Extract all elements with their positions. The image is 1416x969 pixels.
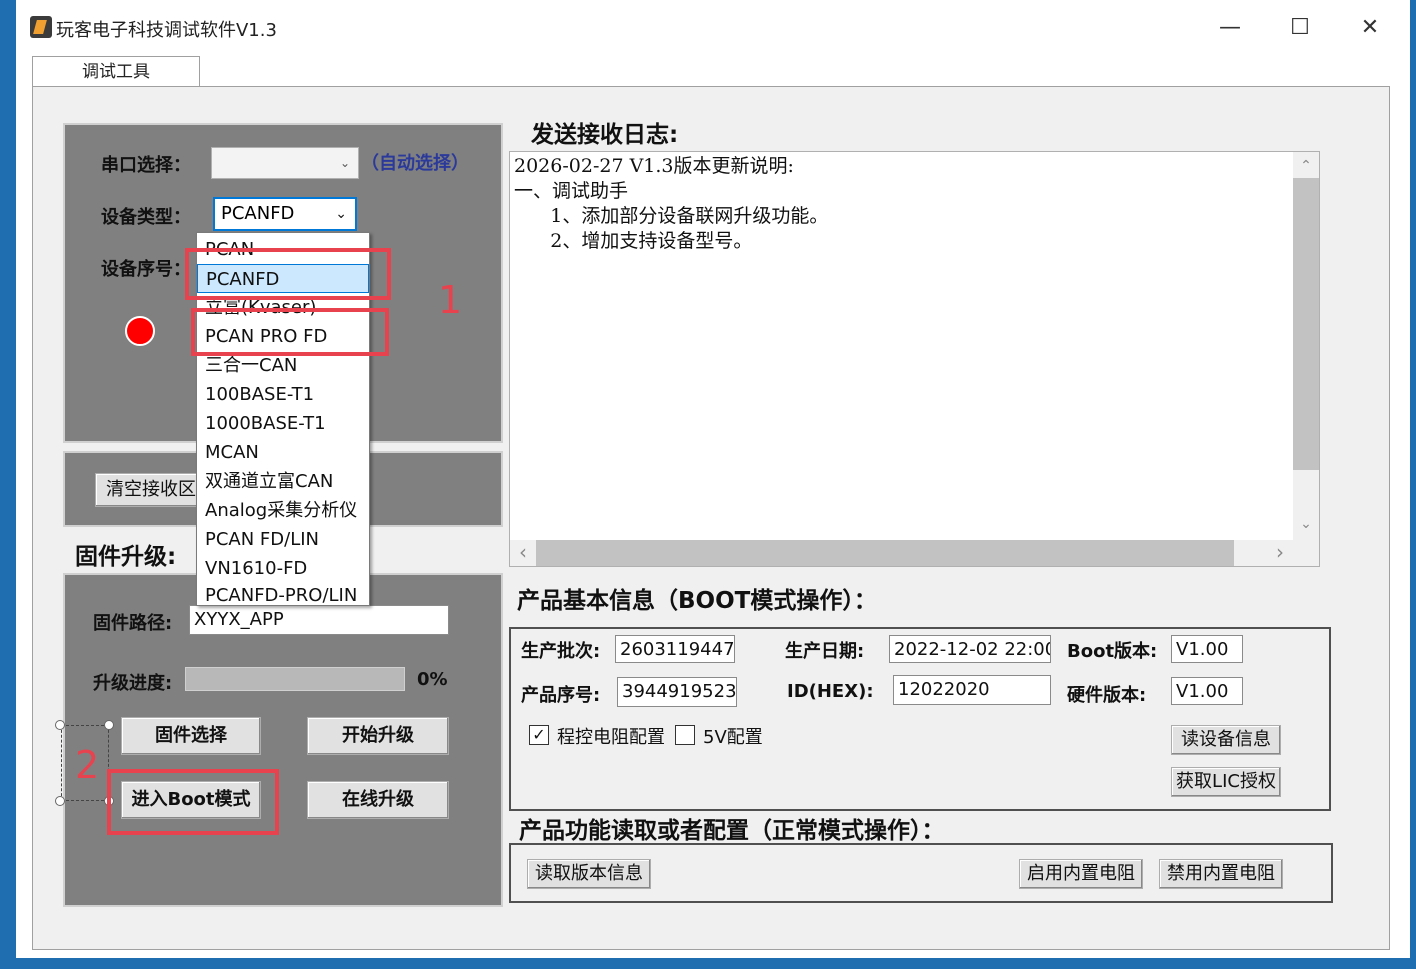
id-hex-label: ID(HEX): (787, 681, 874, 702)
clear-receive-button[interactable]: 清空接收区 (95, 473, 207, 507)
resistor-config-checkbox[interactable]: ✓ (529, 725, 549, 745)
highlight-pcan-pro-fd (191, 308, 389, 356)
window-title: 玩客电子科技调试软件V1.3 (56, 20, 277, 41)
batch-label: 生产批次: (521, 641, 601, 662)
dropdown-item[interactable]: VN1610-FD (197, 554, 369, 583)
highlight-boot-button (107, 769, 279, 835)
log-textbox[interactable]: 2026-02-27 V1.3版本更新说明: 一、调试助手 1、添加部分设备联网… (509, 151, 1320, 567)
title-bar[interactable]: 玩客电子科技调试软件V1.3 — ☐ ✕ (16, 0, 1410, 56)
hw-version-label: 硬件版本: (1067, 685, 1147, 706)
progress-percent: 0% (417, 669, 448, 690)
port-label: 串口选择： (101, 155, 191, 176)
vertical-scrollbar[interactable]: ⌃ ⌄ (1293, 152, 1319, 566)
annotation-1: 1 (438, 278, 463, 322)
firmware-path-input[interactable]: XYYX_APP (189, 605, 449, 635)
port-select[interactable]: ⌄ (211, 147, 359, 179)
horizontal-scrollbar[interactable]: ‹ › (510, 540, 1293, 566)
start-upgrade-button[interactable]: 开始升级 (307, 717, 449, 755)
device-type-value: PCANFD (221, 203, 295, 224)
dropdown-item[interactable]: PCANFD-PRO/LIN (197, 581, 369, 605)
id-hex-field[interactable]: 12022020 (893, 675, 1051, 705)
scroll-right-icon[interactable]: › (1267, 540, 1293, 566)
five-v-checkbox[interactable] (675, 725, 695, 745)
app-icon (30, 16, 52, 38)
online-upgrade-button[interactable]: 在线升级 (307, 781, 449, 819)
chevron-down-icon: ⌄ (335, 206, 347, 222)
device-type-label: 设备类型： (101, 207, 191, 228)
annotation-2: 2 (75, 743, 100, 787)
status-led (125, 316, 155, 346)
dropdown-item[interactable]: Analog采集分析仪 (197, 496, 369, 525)
minimize-button[interactable]: — (1210, 10, 1250, 46)
firmware-path-label: 固件路径: (93, 613, 173, 634)
upgrade-progress-bar (185, 667, 405, 691)
log-content: 2026-02-27 V1.3版本更新说明: 一、调试助手 1、添加部分设备联网… (514, 155, 829, 252)
product-info-title: 产品基本信息（BOOT模式操作）： (517, 588, 877, 614)
product-info-group: 生产批次: 2603119447 生产日期: 2022-12-02 22:00 … (509, 627, 1331, 811)
date-label: 生产日期: (785, 641, 865, 662)
maximize-button[interactable]: ☐ (1280, 10, 1320, 46)
five-v-label: 5V配置 (703, 727, 763, 748)
serial-field[interactable]: 3944919523 (617, 677, 737, 707)
horizontal-scroll-thumb[interactable] (536, 540, 1234, 566)
firmware-panel: 固件路径: XYYX_APP 升级进度: 0% 固件选择 开始升级 进入Boot… (63, 573, 503, 907)
resize-handle[interactable] (104, 720, 114, 730)
dropdown-item[interactable]: PCAN FD/LIN (197, 525, 369, 554)
chevron-down-icon: ⌄ (339, 156, 350, 170)
function-group: 读取版本信息 启用内置电阻 禁用内置电阻 (509, 843, 1333, 903)
serial-label: 产品序号: (521, 685, 601, 706)
resistor-config-label: 程控电阻配置 (557, 727, 665, 748)
tab-debug-tools[interactable]: 调试工具 (32, 56, 200, 88)
device-type-select[interactable]: PCANFD ⌄ (213, 197, 357, 231)
close-button[interactable]: ✕ (1350, 10, 1390, 46)
vertical-scroll-thumb[interactable] (1293, 178, 1319, 470)
read-device-info-button[interactable]: 读设备信息 (1171, 725, 1281, 755)
scroll-up-icon[interactable]: ⌃ (1293, 152, 1319, 178)
disable-resistor-button[interactable]: 禁用内置电阻 (1159, 859, 1283, 889)
dropdown-item[interactable]: 双通道立富CAN (197, 467, 369, 496)
progress-label: 升级进度: (93, 673, 173, 694)
boot-version-field[interactable]: V1.00 (1171, 635, 1243, 663)
dropdown-item[interactable]: MCAN (197, 438, 369, 467)
app-window: 玩客电子科技调试软件V1.3 — ☐ ✕ 调试工具 串口选择： ⌄ （自动选择）… (16, 0, 1410, 958)
dropdown-item[interactable]: 100BASE-T1 (197, 380, 369, 409)
log-title: 发送接收日志: (531, 122, 679, 148)
date-field[interactable]: 2022-12-02 22:00 (889, 635, 1051, 663)
batch-field[interactable]: 2603119447 (615, 635, 735, 663)
auto-select-label: （自动选择） (361, 153, 469, 174)
resize-handle[interactable] (55, 796, 65, 806)
firmware-select-button[interactable]: 固件选择 (121, 717, 261, 755)
scroll-left-icon[interactable]: ‹ (510, 540, 536, 566)
scroll-down-icon[interactable]: ⌄ (1293, 514, 1319, 540)
hw-version-field[interactable]: V1.00 (1171, 677, 1243, 705)
get-lic-button[interactable]: 获取LIC授权 (1171, 767, 1281, 797)
enable-resistor-button[interactable]: 启用内置电阻 (1019, 859, 1143, 889)
function-title: 产品功能读取或者配置（正常模式操作）： (519, 818, 945, 844)
firmware-title: 固件升级: (75, 544, 177, 570)
highlight-pcanfd (185, 248, 391, 300)
read-version-button[interactable]: 读取版本信息 (527, 859, 651, 889)
dropdown-item[interactable]: 1000BASE-T1 (197, 409, 369, 438)
boot-version-label: Boot版本: (1067, 641, 1158, 662)
resize-handle[interactable] (55, 720, 65, 730)
device-seq-label: 设备序号： (101, 259, 191, 280)
